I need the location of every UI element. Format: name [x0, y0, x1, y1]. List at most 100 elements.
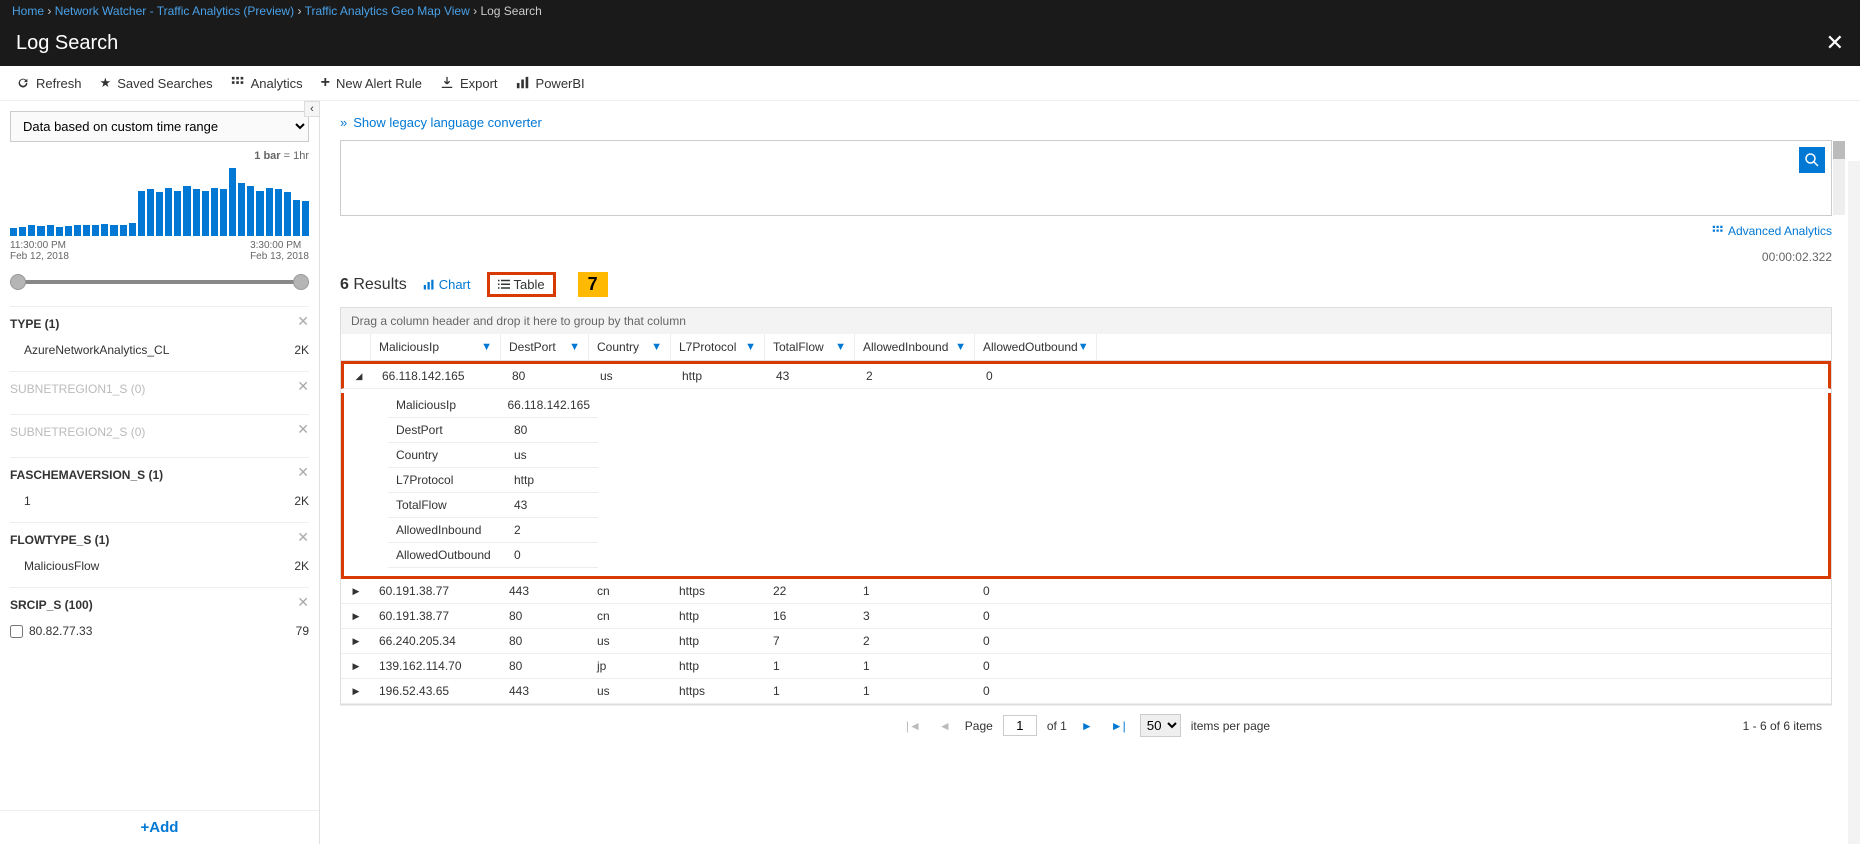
breadcrumb-geo-map[interactable]: Traffic Analytics Geo Map View: [305, 4, 470, 18]
facet-close-icon[interactable]: ✕: [297, 529, 309, 546]
facet-item[interactable]: AzureNetworkAnalytics_CL2K: [10, 339, 309, 361]
powerbi-button[interactable]: PowerBI: [516, 76, 585, 91]
col-header[interactable]: TotalFlow▼: [765, 334, 855, 360]
powerbi-label: PowerBI: [536, 76, 585, 91]
facet-close-icon[interactable]: ✕: [297, 421, 309, 438]
table-row[interactable]: ▶60.191.38.77443cnhttps2210: [341, 579, 1831, 604]
table-cell: http: [671, 629, 765, 653]
filter-icon[interactable]: ▼: [745, 341, 756, 353]
facet-item-label: MaliciousFlow: [24, 559, 99, 573]
facet-item[interactable]: 80.82.77.3379: [10, 620, 309, 642]
sidebar-collapse-button[interactable]: ‹: [304, 101, 320, 117]
facet-checkbox[interactable]: [10, 625, 23, 638]
result-count: 6 Results: [340, 276, 407, 294]
breadcrumb-network-watcher[interactable]: Network Watcher - Traffic Analytics (Pre…: [55, 4, 294, 18]
detail-value: 0: [506, 543, 529, 567]
table-row[interactable]: ▶139.162.114.7080jphttp110: [341, 654, 1831, 679]
facet-close-icon[interactable]: ✕: [297, 464, 309, 481]
pager-next-button[interactable]: ►: [1077, 719, 1097, 733]
facet-item[interactable]: MaliciousFlow2K: [10, 555, 309, 577]
pager-size-select[interactable]: 50: [1140, 714, 1181, 737]
detail-key: Country: [388, 443, 506, 467]
table-cell: 16: [765, 604, 855, 628]
table-cell: 1: [855, 679, 975, 703]
query-input-box[interactable]: [340, 140, 1832, 216]
facet-item[interactable]: 1 2K: [10, 490, 309, 512]
breadcrumb-current: Log Search: [480, 4, 541, 18]
pager-first-button[interactable]: |◄: [902, 719, 925, 733]
col-header[interactable]: Country▼: [589, 334, 671, 360]
facet-item-count: 2K: [294, 494, 309, 508]
facet-item-label: 80.82.77.33: [29, 624, 290, 638]
content-area: » Show legacy language converter Advance…: [320, 101, 1860, 844]
expand-toggle[interactable]: ▶: [341, 681, 371, 702]
table-row[interactable]: ▶66.240.205.3480ushttp720: [341, 629, 1831, 654]
table-row[interactable]: ▶196.52.43.65443ushttps110: [341, 679, 1831, 704]
facet-close-icon[interactable]: ✕: [297, 313, 309, 330]
run-search-button[interactable]: [1799, 147, 1825, 173]
filter-icon[interactable]: ▼: [569, 341, 580, 353]
expand-toggle[interactable]: ▶: [341, 656, 371, 677]
filter-icon[interactable]: ▼: [835, 341, 846, 353]
table-row[interactable]: ◢66.118.142.16580ushttp4320: [341, 361, 1831, 389]
col-header[interactable]: MaliciousIp ▼: [371, 334, 501, 360]
content-scrollbar[interactable]: [1848, 161, 1860, 844]
advanced-analytics-link[interactable]: Advanced Analytics: [1712, 224, 1832, 238]
group-drop-hint[interactable]: Drag a column header and drop it here to…: [341, 308, 1831, 334]
table-cell: 0: [975, 629, 1097, 653]
add-facet-button[interactable]: +Add: [0, 810, 319, 844]
filter-icon[interactable]: ▼: [481, 341, 492, 353]
close-icon[interactable]: ✕: [1826, 30, 1844, 56]
expand-toggle[interactable]: ▶: [341, 581, 371, 602]
col-header[interactable]: L7Protocol▼: [671, 334, 765, 360]
col-label: MaliciousIp: [379, 340, 439, 354]
pager-prev-button[interactable]: ◄: [935, 719, 955, 733]
detail-key: L7Protocol: [388, 468, 506, 492]
export-button[interactable]: Export: [440, 76, 498, 91]
breadcrumb-home[interactable]: Home: [12, 4, 44, 18]
slider-handle-left[interactable]: [10, 274, 26, 290]
facet-close-icon[interactable]: ✕: [297, 378, 309, 395]
expand-toggle[interactable]: ◢: [344, 366, 374, 387]
detail-key: AllowedInbound: [388, 518, 506, 542]
facet-subnetregion1: ✕ SUBNETREGION1_S (0): [10, 371, 309, 414]
col-header[interactable]: DestPort▼: [501, 334, 589, 360]
col-header[interactable]: AllowedOutbound▼: [975, 334, 1097, 360]
table-cell: 1: [855, 579, 975, 603]
facet-faschemaversion: ✕ FASCHEMAVERSION_S (1) 12K: [10, 457, 309, 522]
search-icon: [1804, 152, 1820, 168]
table-view-button[interactable]: Table: [487, 272, 556, 297]
sidebar-histogram[interactable]: [10, 166, 309, 236]
analytics-button[interactable]: Analytics: [231, 76, 303, 91]
filter-icon[interactable]: ▼: [955, 341, 966, 353]
facet-item-label: 1: [24, 494, 31, 508]
expand-toggle[interactable]: ▶: [341, 606, 371, 627]
chart-view-button[interactable]: Chart: [423, 277, 471, 292]
pager-last-button[interactable]: ►|: [1107, 719, 1130, 733]
refresh-label: Refresh: [36, 76, 82, 91]
filter-icon[interactable]: ▼: [1078, 341, 1089, 353]
new-alert-button[interactable]: + New Alert Rule: [321, 74, 422, 92]
refresh-button[interactable]: Refresh: [16, 76, 82, 91]
saved-searches-button[interactable]: ★ Saved Searches: [100, 75, 213, 91]
time-range-select[interactable]: Data based on custom time range: [10, 111, 309, 142]
callout-badge: 7: [578, 272, 608, 297]
slider-handle-right[interactable]: [293, 274, 309, 290]
result-bar: 6 Results Chart Table 7: [340, 272, 1850, 297]
detail-value: 2: [506, 518, 529, 542]
table-cell: cn: [589, 604, 671, 628]
time-range-slider[interactable]: [10, 272, 309, 292]
col-label: AllowedOutbound: [983, 340, 1078, 354]
pager-page-input[interactable]: [1003, 715, 1037, 736]
detail-key: TotalFlow: [388, 493, 506, 517]
table-cell: 1: [765, 654, 855, 678]
table-cell: 0: [975, 604, 1097, 628]
facet-close-icon[interactable]: ✕: [297, 594, 309, 611]
filter-icon[interactable]: ▼: [651, 341, 662, 353]
table-cell: 1: [765, 679, 855, 703]
table-row[interactable]: ▶60.191.38.7780cnhttp1630: [341, 604, 1831, 629]
expand-toggle[interactable]: ▶: [341, 631, 371, 652]
legacy-converter-link[interactable]: » Show legacy language converter: [340, 115, 1850, 130]
query-scrollbar[interactable]: [1833, 141, 1845, 215]
col-header[interactable]: AllowedInbound▼: [855, 334, 975, 360]
